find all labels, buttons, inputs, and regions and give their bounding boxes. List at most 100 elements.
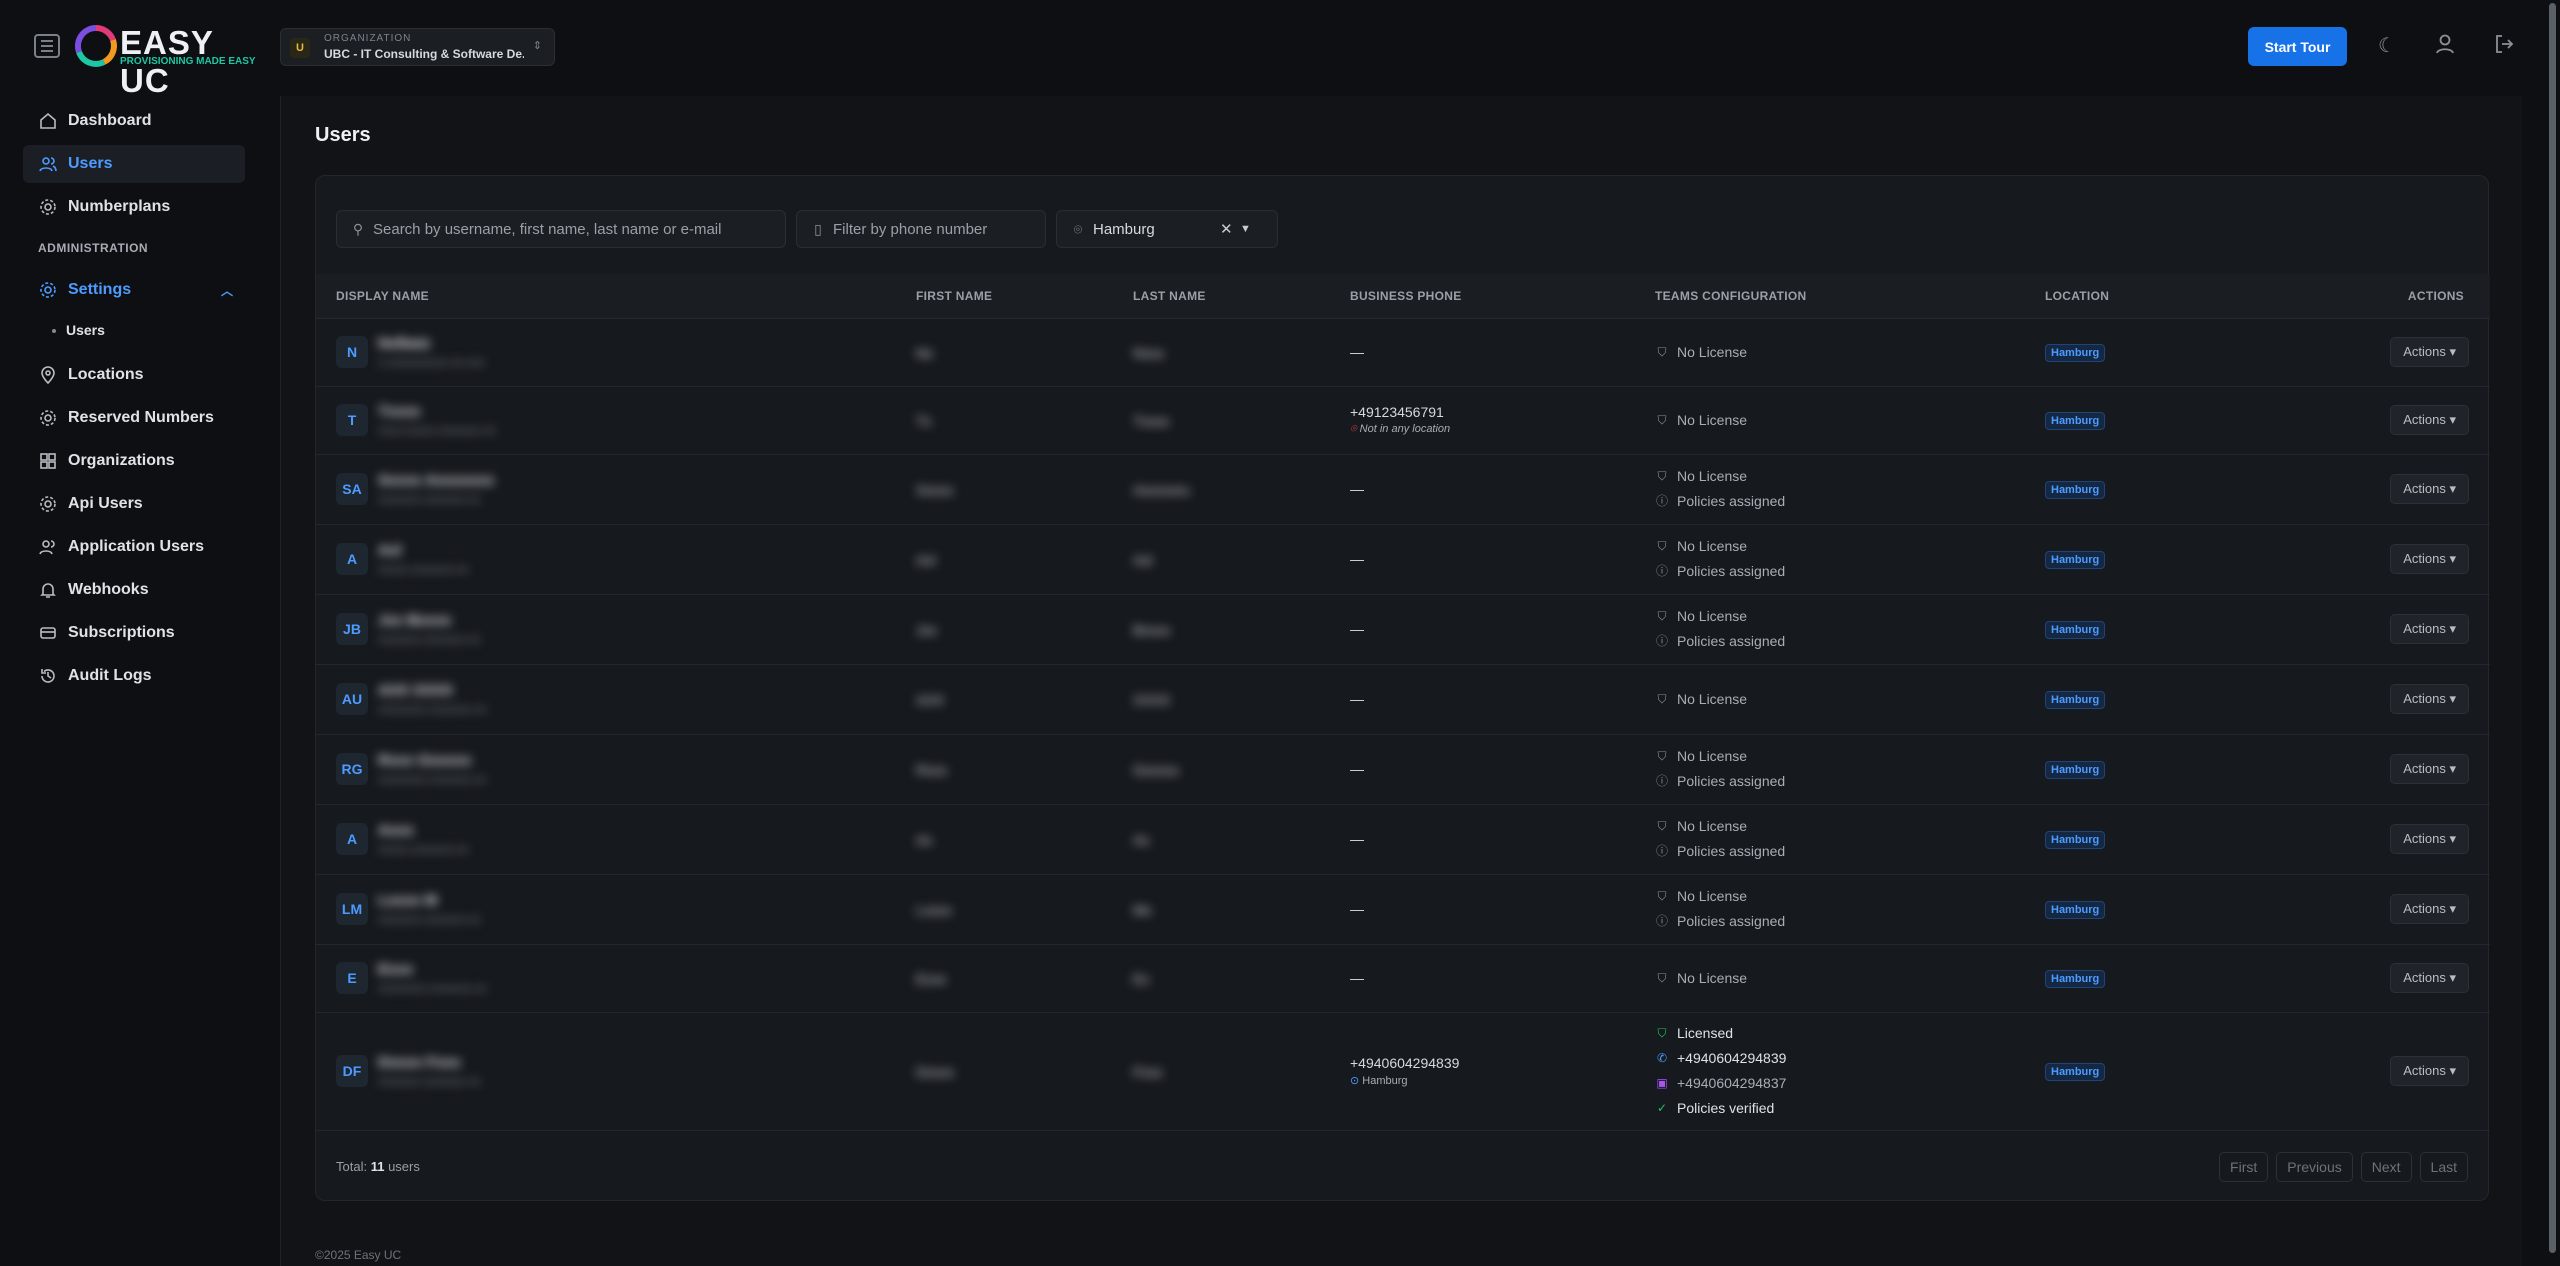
- user-identity[interactable]: Axxx xxxxx.xxxxxxx.xx: [378, 822, 469, 856]
- next-page-button[interactable]: Next: [2360, 1152, 2412, 1182]
- teams-configuration-cell: ⛉ No License ⓘ Policies assigned: [1655, 874, 2045, 945]
- business-phone-cell: —: [1350, 594, 1655, 665]
- start-tour-button[interactable]: Start Tour: [2248, 27, 2347, 66]
- check-icon: ✓: [1656, 1101, 1668, 1115]
- actions-dropdown-button[interactable]: Actions ▾: [2390, 1056, 2469, 1086]
- actions-dropdown-button[interactable]: Actions ▾: [2390, 614, 2469, 644]
- phone-icon: ▯: [814, 220, 822, 237]
- logo[interactable]: EASY UC PROVISIONING MADE EASY: [74, 22, 256, 99]
- organization-selector[interactable]: U ORGANIZATION UBC - IT Consulting & Sof…: [280, 28, 555, 66]
- display-name-cell: SA Sxxxx Axxxxxxx xxxxxxx.xxxxxxx.xx: [316, 454, 916, 525]
- topbar: EASY UC PROVISIONING MADE EASY U ORGANIZ…: [0, 0, 2545, 99]
- sidebar-item-api-users[interactable]: Api Users: [23, 485, 245, 523]
- column-header[interactable]: TEAMS CONFIGURATION: [1655, 274, 2045, 319]
- table-row[interactable]: E Exxx xxxxxxxx.xxxxxxx.xx Exxx Ex — ⛉ No Licen…: [316, 944, 2490, 1013]
- sidebar-item-label: Numberplans: [68, 198, 171, 215]
- column-header[interactable]: DISPLAY NAME: [316, 274, 916, 319]
- location-filter-select[interactable]: ⌾ Hamburg ✕ ▼: [1056, 210, 1278, 248]
- info-icon: ⓘ: [1655, 634, 1668, 648]
- table-row[interactable]: LM Lxxxx Mxxxxxxx.xxxxxxx.xx Lxxxx Mx — ⛉ No L…: [316, 874, 2490, 945]
- chevron-down-icon[interactable]: ▼: [1240, 223, 1251, 235]
- display-name-cell: JB Jxx Bxxxx xxxxxxx.xxxxxxx.xx: [316, 594, 916, 665]
- teams-config-item: ⛉ No License: [1655, 966, 2045, 991]
- actions-dropdown-button[interactable]: Actions ▾: [2390, 337, 2469, 367]
- display-name-cell: A Axxx xxxxx.xxxxxxx.xx: [316, 804, 916, 875]
- actions-dropdown-button[interactable]: Actions ▾: [2390, 474, 2469, 504]
- table-row[interactable]: RG Rxxx Gxxxxx xxxxxxxx.xxxxxxx.xx Rxxx Gxxx…: [316, 734, 2490, 805]
- column-header[interactable]: LOCATION: [2045, 274, 2245, 319]
- table-row[interactable]: DF Dxxxx Fxxx xxxxxxx.xxxxxxx.xx Dxxxx Fxxx +…: [316, 1012, 2490, 1131]
- gear-icon: [38, 280, 58, 300]
- teams-config-item: ✓ Policies verified: [1655, 1096, 2045, 1121]
- actions-dropdown-button[interactable]: Actions ▾: [2390, 824, 2469, 854]
- user-identity[interactable]: Exxx xxxxxxxx.xxxxxxx.xx: [378, 961, 487, 995]
- last-page-button[interactable]: Last: [2419, 1152, 2468, 1182]
- user-identity[interactable]: Dxxxx Fxxx xxxxxxx.xxxxxxx.xx: [378, 1054, 481, 1088]
- sidebar-item-audit-logs[interactable]: Audit Logs: [23, 657, 245, 695]
- user-identity[interactable]: Rxxx Gxxxxx xxxxxxxx.xxxxxxx.xx: [378, 752, 487, 786]
- sidebar-item-application-users[interactable]: Application Users: [23, 528, 245, 566]
- scrollbar[interactable]: [2545, 0, 2560, 1256]
- column-header[interactable]: BUSINESS PHONE: [1350, 274, 1655, 319]
- moon-icon[interactable]: ☾: [2374, 33, 2400, 59]
- teams-configuration-cell: ⛉ No License: [1655, 664, 2045, 735]
- teams-configuration-cell: ⛉ No License ⓘ Policies assigned: [1655, 734, 2045, 805]
- user-identity[interactable]: Sxxxx Axxxxxxx xxxxxxx.xxxxxxx.xx: [378, 472, 494, 506]
- last-name-cell: Mx: [1133, 874, 1350, 945]
- actions-dropdown-button[interactable]: Actions ▾: [2390, 754, 2469, 784]
- actions-dropdown-button[interactable]: Actions ▾: [2390, 963, 2469, 993]
- teams-configuration-cell: ⛉ No License: [1655, 386, 2045, 455]
- teams-config-item: ⛉ No License: [1655, 884, 2045, 909]
- sidebar-item-locations[interactable]: Locations: [23, 356, 245, 394]
- actions-dropdown-button[interactable]: Actions ▾: [2390, 405, 2469, 435]
- user-identity[interactable]: AXX XXXX xxxxxxxx.xxxxxxx.xx: [378, 682, 487, 716]
- logout-icon[interactable]: [2491, 33, 2517, 59]
- clear-icon[interactable]: ✕: [1220, 220, 1233, 238]
- actions-dropdown-button[interactable]: Actions ▾: [2390, 684, 2469, 714]
- table-row[interactable]: AU AXX XXXX xxxxxxxx.xxxxxxx.xx AXX XXXX — ⛉ No…: [316, 664, 2490, 735]
- actions-dropdown-button[interactable]: Actions ▾: [2390, 894, 2469, 924]
- sidebar-item-webhooks[interactable]: Webhooks: [23, 571, 245, 609]
- user-identity[interactable]: Txxxx xxxx.xxxxx.xxxxxxx.xx: [378, 403, 496, 437]
- sidebar-item-reserved-numbers[interactable]: Reserved Numbers: [23, 399, 245, 437]
- business-phone-cell: —: [1350, 944, 1655, 1013]
- total-count: Total: 11 users: [336, 1159, 420, 1174]
- sidebar-item-users[interactable]: Users: [23, 145, 245, 183]
- sidebar-subitem-users[interactable]: Users: [52, 322, 105, 338]
- user-identity[interactable]: Nxlbaiz n.xxxxxxxxxx.xx.xxx: [378, 335, 485, 369]
- user-identity[interactable]: Axl xxxxx.xxxxxxx.xx: [378, 542, 469, 576]
- table-row[interactable]: JB Jxx Bxxxx xxxxxxx.xxxxxxx.xx Jxx Bxxxx — ⛉ N…: [316, 594, 2490, 665]
- search-input[interactable]: ⚲ Search by username, first name, last n…: [336, 210, 786, 248]
- avatar: A: [336, 543, 368, 575]
- sidebar-item-settings[interactable]: Settings ︿: [23, 271, 245, 309]
- pin-icon: ⌾: [1073, 220, 1083, 237]
- business-phone-cell: +4940604294839 ⊙ Hamburg: [1350, 1012, 1655, 1131]
- business-phone-cell: —: [1350, 524, 1655, 595]
- user-identity[interactable]: Jxx Bxxxx xxxxxxx.xxxxxxx.xx: [378, 612, 481, 646]
- column-header[interactable]: FIRST NAME: [916, 274, 1133, 319]
- user-icon[interactable]: [2432, 33, 2458, 59]
- display-name-cell: N Nxlbaiz n.xxxxxxxxxx.xx.xxx: [316, 318, 916, 387]
- shield-icon: ⛉: [1657, 539, 1667, 553]
- actions-dropdown-button[interactable]: Actions ▾: [2390, 544, 2469, 574]
- sidebar-item-organizations[interactable]: Organizations: [23, 442, 245, 480]
- table-row[interactable]: A Axxx xxxxx.xxxxxxx.xx Ax Ax — ⛉ No License ⓘ Po…: [316, 804, 2490, 875]
- phone-filter-input[interactable]: ▯ Filter by phone number: [796, 210, 1046, 248]
- sidebar-item-numberplans[interactable]: Numberplans: [23, 188, 245, 226]
- location-badge: Hamburg: [2045, 900, 2106, 919]
- sidebar-item-dashboard[interactable]: Dashboard: [23, 102, 245, 140]
- menu-toggle-icon[interactable]: [34, 34, 60, 58]
- first-page-button[interactable]: First: [2219, 1152, 2269, 1182]
- table-row[interactable]: N Nxlbaiz n.xxxxxxxxxx.xx.xxx Nx Nxxx — ⛉ No Li…: [316, 318, 2490, 387]
- teams-configuration-cell: ⛉ No License ⓘ Policies assigned: [1655, 594, 2045, 665]
- first-name-cell: Jxx: [916, 594, 1133, 665]
- sidebar-item-subscriptions[interactable]: Subscriptions: [23, 614, 245, 652]
- user-identity[interactable]: Lxxxx Mxxxxxxx.xxxxxxx.xx: [378, 892, 481, 926]
- location-cell: Hamburg: [2045, 318, 2245, 387]
- previous-page-button[interactable]: Previous: [2276, 1152, 2353, 1182]
- shield-icon: ⛉: [1657, 970, 1667, 985]
- table-row[interactable]: SA Sxxxx Axxxxxxx xxxxxxx.xxxxxxx.xx Sxxxx A…: [316, 454, 2490, 525]
- table-row[interactable]: A Axl xxxxx.xxxxxxx.xx Axl Axl — ⛉ No License ⓘ P…: [316, 524, 2490, 595]
- table-row[interactable]: T Txxxx xxxx.xxxxx.xxxxxxx.xx Tx Txxxx +49123…: [316, 386, 2490, 455]
- column-header[interactable]: LAST NAME: [1133, 274, 1350, 319]
